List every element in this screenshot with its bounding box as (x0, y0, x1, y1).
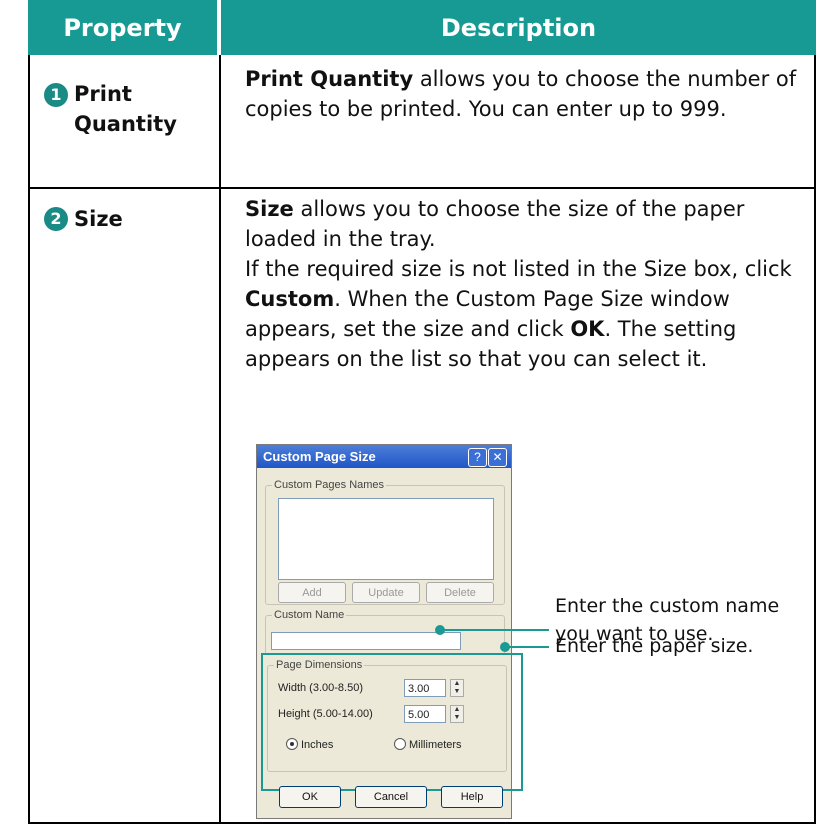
close-icon[interactable]: ✕ (488, 448, 507, 467)
desc-bold: Print Quantity (245, 67, 414, 91)
table-row: 1 Print Quantity (44, 79, 214, 139)
group-label: Custom Name (272, 609, 347, 621)
custom-pages-names-group: Custom Pages Names Add Update Delete (265, 479, 505, 605)
help-icon[interactable]: ? (468, 448, 487, 467)
update-button[interactable]: Update (352, 582, 420, 603)
number-badge-2: 2 (44, 207, 68, 231)
table-row: 2 Size (44, 204, 214, 234)
radio-icon (394, 738, 406, 750)
table-border-right (814, 55, 816, 824)
callout-line-name (444, 629, 549, 631)
height-label: Height (5.00-14.00) (278, 708, 373, 720)
custom-page-size-dialog: Custom Page Size ? ✕ Custom Pages Names … (256, 444, 523, 819)
width-stepper[interactable]: ▲ ▼ (450, 679, 464, 697)
custom-name-input[interactable] (271, 632, 461, 650)
desc-text: allows you to choose the size of the pap… (245, 197, 745, 251)
property-label-size: Size (74, 207, 123, 231)
desc-ok: OK (570, 317, 605, 341)
header-property: Property (28, 0, 217, 55)
description-size: Size allows you to choose the size of th… (245, 194, 805, 374)
dialog-title: Custom Page Size (263, 449, 376, 464)
custom-pages-list[interactable] (278, 498, 494, 580)
height-input[interactable]: 5.00 (404, 705, 446, 723)
add-button[interactable]: Add (278, 582, 346, 603)
help-button[interactable]: Help (441, 786, 503, 808)
width-label: Width (3.00-8.50) (278, 682, 363, 694)
desc-text: If the required size is not listed in th… (245, 257, 792, 281)
cancel-button[interactable]: Cancel (355, 786, 427, 808)
description-print-quantity: Print Quantity allows you to choose the … (245, 64, 805, 124)
page-dimensions-group: Page Dimensions Width (3.00-8.50) 3.00 ▲… (267, 659, 507, 772)
desc-custom: Custom (245, 287, 335, 311)
column-divider (219, 55, 221, 824)
property-label-print-quantity: Print Quantity (74, 82, 177, 136)
row-divider (28, 187, 816, 189)
group-label: Page Dimensions (274, 659, 365, 671)
callout-paper-size: Enter the paper size. (555, 635, 754, 657)
millimeters-radio[interactable]: Millimeters (394, 738, 462, 751)
height-stepper[interactable]: ▲ ▼ (450, 705, 464, 723)
inches-radio[interactable]: Inches (286, 738, 333, 751)
group-label: Custom Pages Names (272, 479, 387, 491)
table-border-left (28, 55, 30, 824)
number-badge-1: 1 (44, 83, 68, 107)
callout-line-size (509, 646, 549, 648)
millimeters-label: Millimeters (409, 739, 462, 751)
width-input[interactable]: 3.00 (404, 679, 446, 697)
inches-label: Inches (301, 739, 334, 751)
radio-icon (286, 738, 298, 750)
ok-button[interactable]: OK (279, 786, 341, 808)
dialog-title-bar: Custom Page Size ? ✕ (257, 445, 511, 468)
desc-bold: Size (245, 197, 294, 221)
delete-button[interactable]: Delete (426, 582, 494, 603)
custom-name-group: Custom Name (265, 609, 505, 655)
header-description: Description (221, 0, 816, 55)
property-table: Property Description 1 Print Quantity Pr… (28, 0, 816, 824)
